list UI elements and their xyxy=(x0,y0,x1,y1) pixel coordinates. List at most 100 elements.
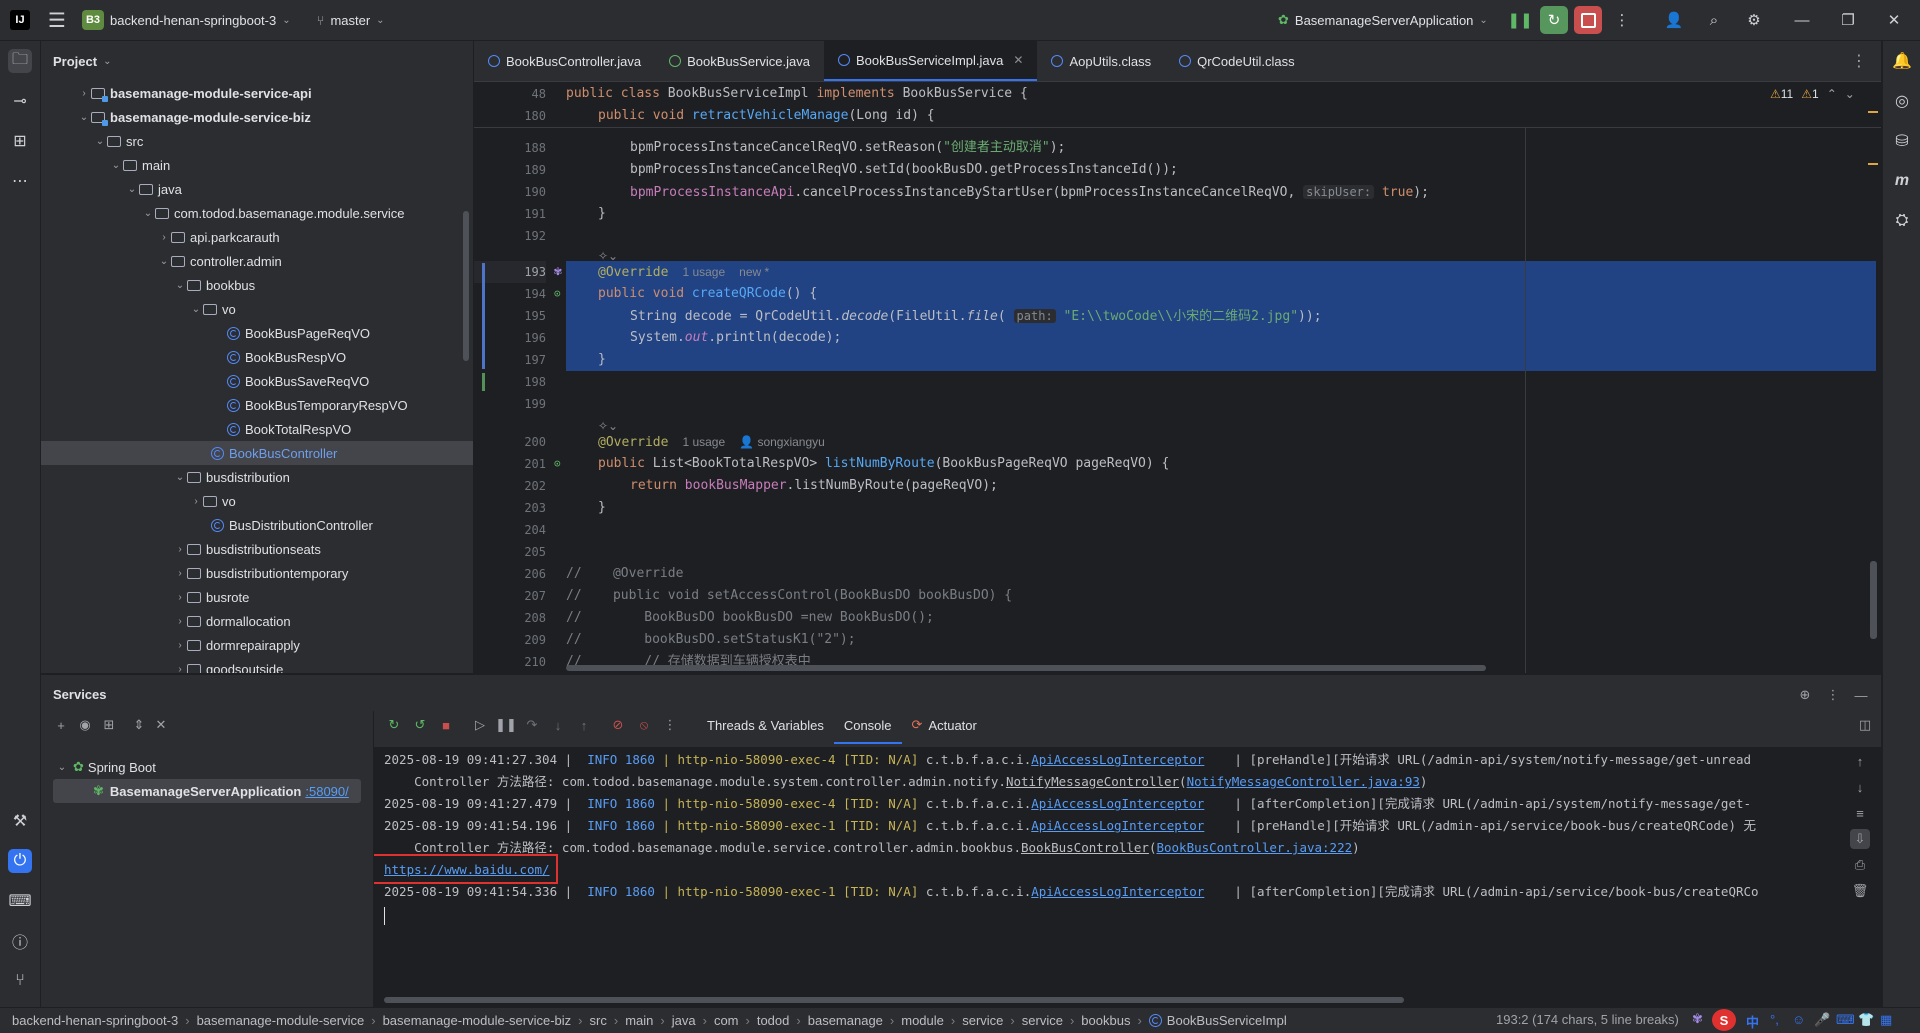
debug-pause-icon[interactable]: ❚❚ xyxy=(1506,6,1534,34)
clear-all-trash-icon[interactable]: 🗑 xyxy=(1850,881,1870,901)
view-breakpoints-icon[interactable]: ⊘ xyxy=(608,715,628,735)
expand-all-icon[interactable]: ⇕ xyxy=(129,715,149,735)
main-menu-icon[interactable]: ☰ xyxy=(46,9,68,32)
tree-item[interactable]: BookBusController xyxy=(41,441,473,465)
chevron-down-icon[interactable]: ⌄ xyxy=(109,160,123,171)
chevron-right-icon[interactable]: › xyxy=(173,544,187,555)
rerun-debug-icon[interactable]: ↺ xyxy=(410,715,430,735)
add-user-icon[interactable]: 👤 xyxy=(1660,6,1688,34)
commit-icon[interactable]: ⊸ xyxy=(8,89,32,113)
tree-item[interactable]: ⌄ vo xyxy=(41,297,473,321)
usage-count[interactable]: 1 usage xyxy=(682,435,725,449)
tree-item[interactable]: › dormallocation xyxy=(41,609,473,633)
print-icon[interactable]: ⎙ xyxy=(1850,855,1870,875)
breadcrumb-item[interactable]: basemanage-module-service xyxy=(197,1013,365,1028)
gutter-ai-icon[interactable]: ✾ xyxy=(554,261,562,283)
breadcrumb-item[interactable]: bookbus xyxy=(1081,1013,1130,1028)
ime-mode[interactable]: 中 xyxy=(1746,1012,1759,1031)
console-horizontal-scrollbar[interactable] xyxy=(384,997,1404,1003)
ime-voice-icon[interactable]: 🎤 xyxy=(1814,1012,1830,1028)
project-switcher[interactable]: B3 backend-henan-springboot-3 ⌄ xyxy=(82,10,291,30)
tab-bookbusserviceimpl[interactable]: BookBusServiceImpl.java ✕ xyxy=(823,41,1038,81)
problems-icon[interactable]: ⓘ xyxy=(8,929,32,953)
tree-item[interactable]: BookBusPageReqVO xyxy=(41,321,473,345)
breadcrumb-item[interactable]: module xyxy=(901,1013,944,1028)
ime-punct-icon[interactable]: °, xyxy=(1770,1012,1779,1027)
collapse-all-icon[interactable]: ✕ xyxy=(151,715,171,735)
tree-item[interactable]: BookBusTemporaryRespVO xyxy=(41,393,473,417)
tab-qrcodeutil[interactable]: QrCodeUtil.class xyxy=(1165,41,1309,81)
tab-console[interactable]: Console xyxy=(833,708,902,744)
resume-icon[interactable]: ▷ xyxy=(470,715,490,735)
tree-item[interactable]: ⌄ java xyxy=(41,177,473,201)
terminal-icon[interactable]: ⌨ xyxy=(8,889,32,913)
chevron-down-icon[interactable]: ⌄ xyxy=(173,280,187,291)
branch-switcher[interactable]: ⑂ master ⌄ xyxy=(317,13,385,28)
tree-item[interactable]: BusDistributionController xyxy=(41,513,473,537)
close-tab-icon[interactable]: ✕ xyxy=(1013,53,1023,67)
chevron-right-icon[interactable]: › xyxy=(173,592,187,603)
ime-menu-icon[interactable]: ▦ xyxy=(1880,1012,1892,1028)
project-panel-header[interactable]: Project ⌄ xyxy=(41,41,473,81)
hide-panel-icon[interactable]: — xyxy=(1851,685,1871,705)
ime-emoji-icon[interactable]: ☺ xyxy=(1792,1012,1805,1027)
source-link[interactable]: BookBusController.java:222 xyxy=(1156,840,1352,855)
step-into-icon[interactable]: ↓ xyxy=(548,715,568,735)
chevron-down-icon[interactable]: ⌄ xyxy=(125,184,139,195)
tab-bookbuscontroller[interactable]: BookBusController.java xyxy=(474,41,655,81)
breadcrumb-item[interactable]: basemanage-module-service-biz xyxy=(383,1013,572,1028)
layout-icon[interactable]: ◫ xyxy=(1855,715,1875,735)
crosshair-icon[interactable]: ⊕ xyxy=(1795,685,1815,705)
soft-wrap-icon[interactable]: ≡ xyxy=(1850,803,1870,823)
log-class-link[interactable]: ApiAccessLogInterceptor xyxy=(1031,884,1204,899)
intellij-logo-icon[interactable]: IJ xyxy=(10,10,30,30)
tree-item[interactable]: › busdistributiontemporary xyxy=(41,561,473,585)
log-class-link[interactable]: ApiAccessLogInterceptor xyxy=(1031,752,1204,767)
tree-item[interactable]: › dormrepairapply xyxy=(41,633,473,657)
stop-icon[interactable]: ■ xyxy=(436,715,456,735)
tab-bookbusservice[interactable]: BookBusService.java xyxy=(655,41,824,81)
chevron-right-icon[interactable]: › xyxy=(173,616,187,627)
chevron-down-icon[interactable]: ⌄ xyxy=(173,472,187,483)
tree-item[interactable]: BookTotalRespVO xyxy=(41,417,473,441)
tree-item[interactable]: ⌄ com.todod.basemanage.module.service xyxy=(41,201,473,225)
console-output[interactable]: 2025-08-19 09:41:27.304 | INFO 1860 | ht… xyxy=(374,747,1881,1008)
tree-item[interactable]: › basemanage-module-service-api xyxy=(41,81,473,105)
debug-more-icon[interactable]: ⋮ xyxy=(660,715,680,735)
ime-keyboard-icon[interactable]: ⌨ xyxy=(1836,1012,1855,1028)
breadcrumb-item[interactable]: basemanage xyxy=(808,1013,883,1028)
new-group-icon[interactable]: ⊞ xyxy=(99,715,119,735)
app-port-link[interactable]: :58090/ xyxy=(305,784,348,799)
rerun-button[interactable]: ↻ xyxy=(1540,6,1568,34)
chevron-right-icon[interactable]: › xyxy=(157,232,171,243)
tree-item[interactable]: ⌄ busdistribution xyxy=(41,465,473,489)
tree-item[interactable]: ⌄ bookbus xyxy=(41,273,473,297)
add-service-icon[interactable]: + xyxy=(51,715,71,735)
log-class-link[interactable]: ApiAccessLogInterceptor xyxy=(1031,796,1204,811)
tree-item[interactable]: › busrote xyxy=(41,585,473,609)
breadcrumb-item[interactable]: src xyxy=(590,1013,607,1028)
scroll-down-icon[interactable]: ↓ xyxy=(1850,777,1870,797)
tree-item[interactable]: ⌄ basemanage-module-service-biz xyxy=(41,105,473,129)
chevron-right-icon[interactable]: › xyxy=(173,640,187,651)
chevron-down-icon[interactable]: ⌄ xyxy=(189,304,203,315)
database-icon[interactable]: ⛁ xyxy=(1890,129,1914,153)
implements-gutter-icon[interactable]: ⊙ xyxy=(554,283,561,305)
tree-item[interactable]: BookBusSaveReqVO xyxy=(41,369,473,393)
chevron-right-icon[interactable]: › xyxy=(77,88,91,99)
stop-button[interactable] xyxy=(1574,6,1602,34)
maven-icon[interactable]: m xyxy=(1890,169,1914,193)
tree-item[interactable]: ⌄ src xyxy=(41,129,473,153)
minimize-icon[interactable]: — xyxy=(1788,6,1816,34)
tree-item[interactable]: › busdistributionseats xyxy=(41,537,473,561)
project-folder-icon[interactable]: 🗀 xyxy=(8,49,32,73)
close-window-icon[interactable]: ✕ xyxy=(1880,6,1908,34)
git-icon[interactable]: ⑂ xyxy=(8,969,32,993)
tabs-more-icon[interactable]: ⋮ xyxy=(1851,51,1867,71)
pause-icon[interactable]: ❚❚ xyxy=(495,715,517,735)
chevron-down-icon[interactable]: ⌄ xyxy=(141,208,155,219)
caret-position[interactable]: 193:2 (174 chars, 5 line breaks) xyxy=(1496,1012,1679,1027)
log-class-link[interactable]: ApiAccessLogInterceptor xyxy=(1031,818,1204,833)
search-icon[interactable]: ⌕ xyxy=(1700,6,1728,34)
services-icon[interactable]: ⏻ xyxy=(8,849,32,873)
